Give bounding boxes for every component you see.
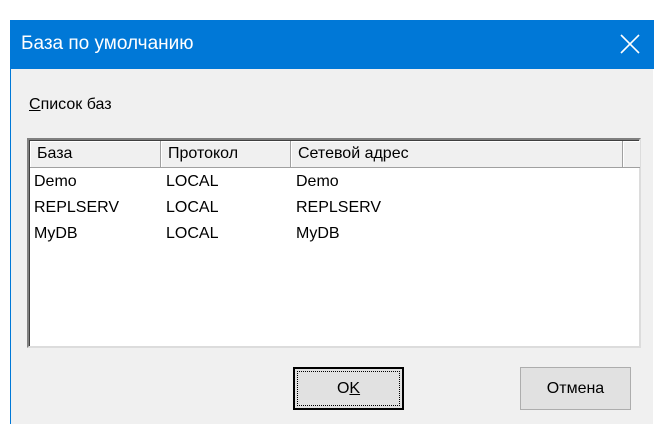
- cell-database: REPLSERV: [34, 199, 120, 216]
- title-bar[interactable]: База по умолчанию: [11, 20, 654, 69]
- cell-address: MyDB: [296, 225, 340, 242]
- column-header-filler: [623, 141, 640, 168]
- cell-protocol: LOCAL: [166, 173, 219, 190]
- cancel-button[interactable]: Отмена: [520, 367, 631, 410]
- ok-accelerator: K: [349, 380, 361, 397]
- cell-address: REPLSERV: [296, 199, 382, 216]
- cell-protocol: LOCAL: [166, 225, 219, 242]
- cell-address: Demo: [296, 173, 339, 190]
- dialog-window: База по умолчанию Список баз База Проток…: [10, 20, 654, 424]
- ok-button[interactable]: OK: [293, 367, 404, 410]
- table-row[interactable]: REPLSERV LOCAL REPLSERV: [30, 195, 640, 221]
- database-listview[interactable]: База Протокол Сетевой адрес Demo LOCAL D…: [27, 138, 641, 348]
- column-header-address[interactable]: Сетевой адрес: [291, 141, 623, 168]
- list-header: База Протокол Сетевой адрес: [30, 141, 640, 168]
- window-title: База по умолчанию: [21, 33, 194, 54]
- cell-database: MyDB: [34, 225, 78, 242]
- ok-label: O: [336, 380, 350, 397]
- label-text: писок баз: [40, 96, 112, 113]
- table-row[interactable]: Demo LOCAL Demo: [30, 169, 640, 195]
- database-list-label: Список баз: [29, 95, 112, 115]
- label-accelerator: С: [29, 96, 41, 113]
- table-row[interactable]: MyDB LOCAL MyDB: [30, 221, 640, 247]
- close-button[interactable]: [606, 20, 654, 69]
- cell-database: Demo: [34, 173, 77, 190]
- list-rows: Demo LOCAL Demo REPLSERV LOCAL REPLSERV …: [30, 169, 640, 247]
- cell-protocol: LOCAL: [166, 199, 219, 216]
- column-header-protocol[interactable]: Протокол: [161, 141, 291, 168]
- column-header-database[interactable]: База: [30, 141, 161, 168]
- close-icon: [620, 34, 640, 54]
